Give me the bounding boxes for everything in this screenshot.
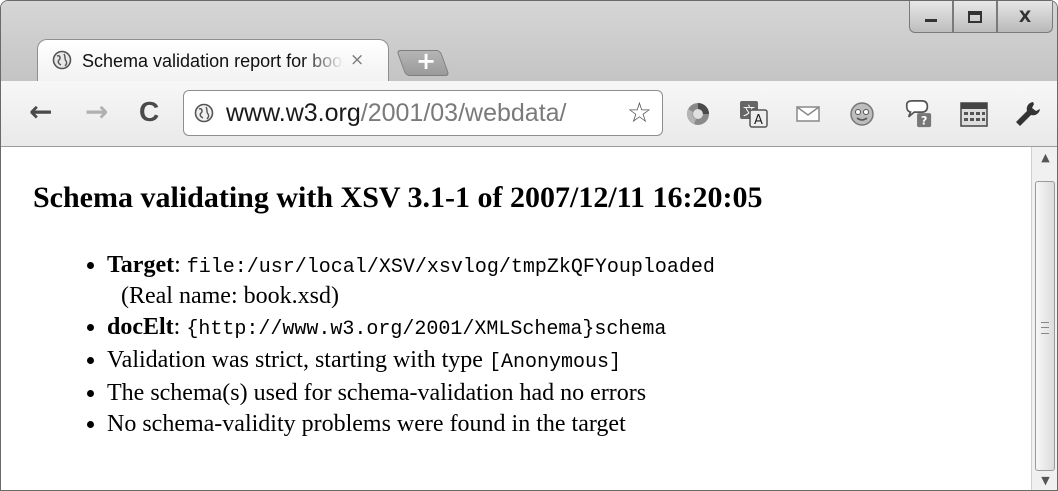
wrench-icon[interactable]: [1013, 99, 1043, 129]
mail-icon[interactable]: [793, 99, 823, 129]
tab-title: Schema validation report for book.xsd: [82, 51, 344, 71]
minimize-icon: [925, 18, 937, 22]
list-item: No schema-validity problems were found i…: [107, 410, 1007, 439]
schema-errors-text: The schema(s) used for schema-validation…: [107, 380, 647, 406]
tab-strip: Schema validation report for book.xsd × …: [1, 1, 1057, 83]
url-path: /2001/03/webdata/: [360, 99, 567, 127]
plus-icon: +: [415, 47, 437, 75]
url-text[interactable]: www.w3.org/2001/03/webdata/: [226, 97, 624, 129]
svg-text:A: A: [754, 113, 763, 128]
real-name-note: (Real name: book.xsd): [121, 283, 339, 309]
separator: :: [173, 314, 187, 340]
translate-icon[interactable]: 文A: [739, 99, 769, 129]
scroll-down-arrow-icon[interactable]: ▼: [1032, 474, 1057, 490]
page-heading: Schema validating with XSV 3.1-1 of 2007…: [33, 181, 763, 214]
bookmark-star-icon[interactable]: ☆: [627, 97, 652, 129]
chrome-toolbar-icon[interactable]: [683, 99, 713, 129]
smiley-icon[interactable]: [847, 99, 877, 129]
tab-schema-report[interactable]: Schema validation report for book.xsd ×: [37, 39, 389, 83]
calendar-icon[interactable]: [959, 99, 989, 129]
page-content: Schema validating with XSV 3.1-1 of 2007…: [1, 147, 1031, 490]
list-item: Validation was strict, starting with typ…: [107, 346, 1007, 377]
grip-icon: [1041, 322, 1049, 334]
list-item: The schema(s) used for schema-validation…: [107, 379, 1007, 408]
close-icon: X: [1018, 7, 1032, 26]
svg-text:?: ?: [921, 114, 928, 127]
list-item: Target: file:/usr/local/XSV/xsvlog/tmpZk…: [107, 251, 1007, 311]
address-bar[interactable]: www.w3.org/2001/03/webdata/ ☆: [183, 90, 663, 136]
vertical-scrollbar[interactable]: ▲ ▼: [1031, 147, 1057, 490]
tab-close-icon[interactable]: ×: [350, 50, 364, 70]
toolbar: ← → C www.w3.org/2001/03/webdata/ ☆ 文A ?: [1, 81, 1057, 147]
reload-button[interactable]: C: [139, 97, 159, 127]
globe-icon: [194, 103, 214, 123]
separator: :: [174, 252, 187, 278]
scroll-up-arrow-icon[interactable]: ▲: [1032, 151, 1057, 171]
target-path: file:/usr/local/XSV/xsvlog/tmpZkQFYouplo…: [186, 256, 715, 279]
forward-button[interactable]: →: [85, 97, 108, 127]
validation-report-list: Target: file:/usr/local/XSV/xsvlog/tmpZk…: [69, 251, 1007, 441]
scrollbar-thumb[interactable]: [1035, 181, 1055, 471]
url-host: www.w3.org: [226, 99, 361, 127]
window-close-button[interactable]: X: [997, 1, 1053, 33]
browser-window: Schema validation report for book.xsd × …: [0, 0, 1058, 491]
maximize-button[interactable]: [953, 1, 997, 33]
validity-result-text: No schema-validity problems were found i…: [107, 411, 626, 437]
window-controls: X: [909, 1, 1053, 35]
docelt-label: docElt: [107, 314, 174, 340]
back-button[interactable]: ←: [29, 97, 52, 127]
chat-help-icon[interactable]: ?: [903, 99, 933, 129]
validation-mode-text: Validation was strict, starting with typ…: [107, 347, 489, 373]
target-label: Target: [107, 252, 175, 278]
start-type: [Anonymous]: [488, 351, 621, 374]
minimize-button[interactable]: [909, 1, 953, 33]
list-item: docElt: {http://www.w3.org/2001/XMLSchem…: [107, 313, 1007, 344]
maximize-icon: [968, 10, 982, 23]
docelt-value: {http://www.w3.org/2001/XMLSchema}schema: [186, 318, 667, 341]
globe-icon: [52, 50, 72, 70]
